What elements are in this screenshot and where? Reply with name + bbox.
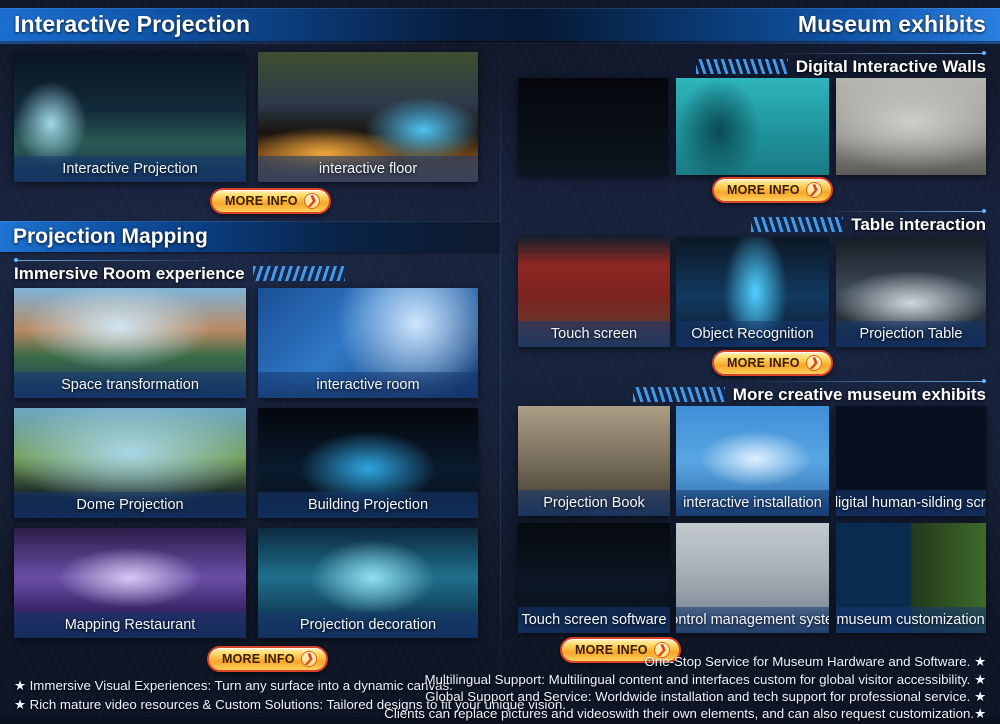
card-caption: Projection Book [518, 490, 670, 516]
card-caption: interactive floor [258, 156, 478, 182]
thumbnail-digital-wall-3 [836, 78, 986, 175]
page-title-left: Interactive Projection [14, 11, 251, 37]
card-interactive-projection[interactable]: Interactive Projection [14, 52, 246, 182]
accent-rule [771, 53, 986, 54]
stripe-decoration-icon [632, 386, 725, 402]
left-footer-line-1: ★ Immersive Visual Experiences: Turn any… [14, 678, 453, 693]
column-divider [500, 46, 501, 707]
card-caption: Interactive Projection [14, 156, 246, 182]
accent-rule [746, 381, 986, 382]
more-info-label: MORE INFO [222, 651, 295, 666]
card-digital-wall-2[interactable] [676, 78, 829, 175]
chevron-right-icon: ❯ [300, 651, 317, 667]
chevron-right-icon: ❯ [805, 355, 822, 371]
card-mapping-restaurant[interactable]: Mapping Restaurant [14, 528, 246, 638]
subheader-label: Digital Interactive Walls [795, 56, 986, 76]
card-caption: Projection Table [836, 321, 986, 347]
card-space-transformation[interactable]: Space transformation [14, 288, 246, 398]
page-title-right: Museum exhibits [797, 11, 986, 37]
card-caption: Object Recognition [676, 321, 829, 347]
subheader-table-interaction: Table interaction [751, 209, 986, 235]
right-footer-line-1: One-Stop Service for Museum Hardware and… [644, 654, 986, 669]
card-touch-screen-software[interactable]: Touch screen software [518, 523, 670, 633]
more-info-button-table-interaction[interactable]: MORE INFO ❯ [712, 350, 833, 376]
card-building-projection[interactable]: Building Projection [258, 408, 478, 518]
card-caption: Theme museum customization service [836, 607, 986, 633]
card-interactive-floor[interactable]: interactive floor [258, 52, 478, 182]
card-digital-wall-1[interactable] [518, 78, 668, 175]
more-info-label: MORE INFO [727, 182, 800, 197]
subheader-label: Immersive Room experience [14, 263, 245, 283]
more-info-button-projection-mapping[interactable]: MORE INFO ❯ [207, 646, 328, 672]
card-caption: Building Projection [258, 492, 478, 518]
card-theme-museum-customization[interactable]: Theme museum customization service [836, 523, 986, 633]
card-control-management-system[interactable]: Control management system [676, 523, 829, 633]
thumbnail-digital-wall-1 [518, 78, 668, 175]
card-caption: Mapping Restaurant [14, 612, 246, 638]
card-digital-wall-3[interactable] [836, 78, 986, 175]
right-footer-line-4: Clients can replace pictures and videosw… [384, 706, 986, 721]
more-info-button-digital-walls[interactable]: MORE INFO ❯ [712, 177, 833, 203]
card-projection-table[interactable]: Projection Table [836, 237, 986, 347]
card-projection-decoration[interactable]: Projection decoration [258, 528, 478, 638]
card-projection-book[interactable]: Projection Book [518, 406, 670, 516]
card-caption: Projection decoration [258, 612, 478, 638]
chevron-right-icon: ❯ [303, 193, 320, 209]
stripe-decoration-icon [252, 265, 345, 281]
stripe-decoration-icon [695, 58, 788, 74]
card-dome-projection[interactable]: Dome Projection [14, 408, 246, 518]
card-caption: Space transformation [14, 372, 246, 398]
card-touch-screen[interactable]: Touch screen [518, 237, 670, 347]
more-info-label: MORE INFO [225, 193, 298, 208]
accent-rule [826, 211, 986, 212]
master-title-bar: Interactive Projection Museum exhibits [0, 8, 1000, 44]
card-caption: Dome Projection [14, 492, 246, 518]
accent-dot-icon [982, 51, 986, 55]
card-interactive-room[interactable]: interactive room [258, 288, 478, 398]
thumbnail-digital-wall-2 [676, 78, 829, 175]
chevron-right-icon: ❯ [805, 182, 822, 198]
card-interactive-installation[interactable]: interactive installation [676, 406, 829, 516]
card-caption: interactive installation [676, 490, 829, 516]
card-caption: AI digital human-silding screen [836, 490, 986, 516]
subheader-digital-interactive-walls: Digital Interactive Walls [695, 51, 986, 77]
more-info-label: MORE INFO [575, 642, 648, 657]
more-info-label: MORE INFO [727, 355, 800, 370]
subheader-immersive-room: Immersive Room experience [14, 258, 345, 284]
subheader-label: Table interaction [851, 214, 986, 234]
section-bar-projection-mapping: Projection Mapping [0, 221, 500, 252]
accent-dot-icon [982, 379, 986, 383]
card-caption: Control management system [676, 607, 829, 633]
accent-dot-icon [982, 209, 986, 213]
card-caption: Touch screen software [518, 607, 670, 633]
accent-rule [14, 260, 224, 261]
card-caption: Touch screen [518, 321, 670, 347]
subheader-label: More creative museum exhibits [732, 384, 986, 404]
card-caption: interactive room [258, 372, 478, 398]
stripe-decoration-icon [751, 216, 844, 232]
card-object-recognition[interactable]: Object Recognition [676, 237, 829, 347]
card-ai-digital-human[interactable]: AI digital human-silding screen [836, 406, 986, 516]
subheader-more-creative: More creative museum exhibits [632, 379, 986, 405]
section-title-projection-mapping: Projection Mapping [13, 225, 208, 248]
more-info-button-interactive-projection[interactable]: MORE INFO ❯ [210, 188, 331, 214]
